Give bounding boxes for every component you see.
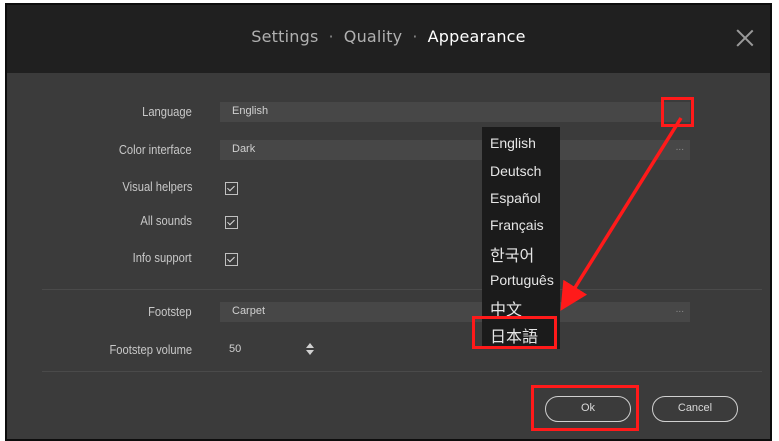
annotation-arrow-icon [560,117,683,311]
